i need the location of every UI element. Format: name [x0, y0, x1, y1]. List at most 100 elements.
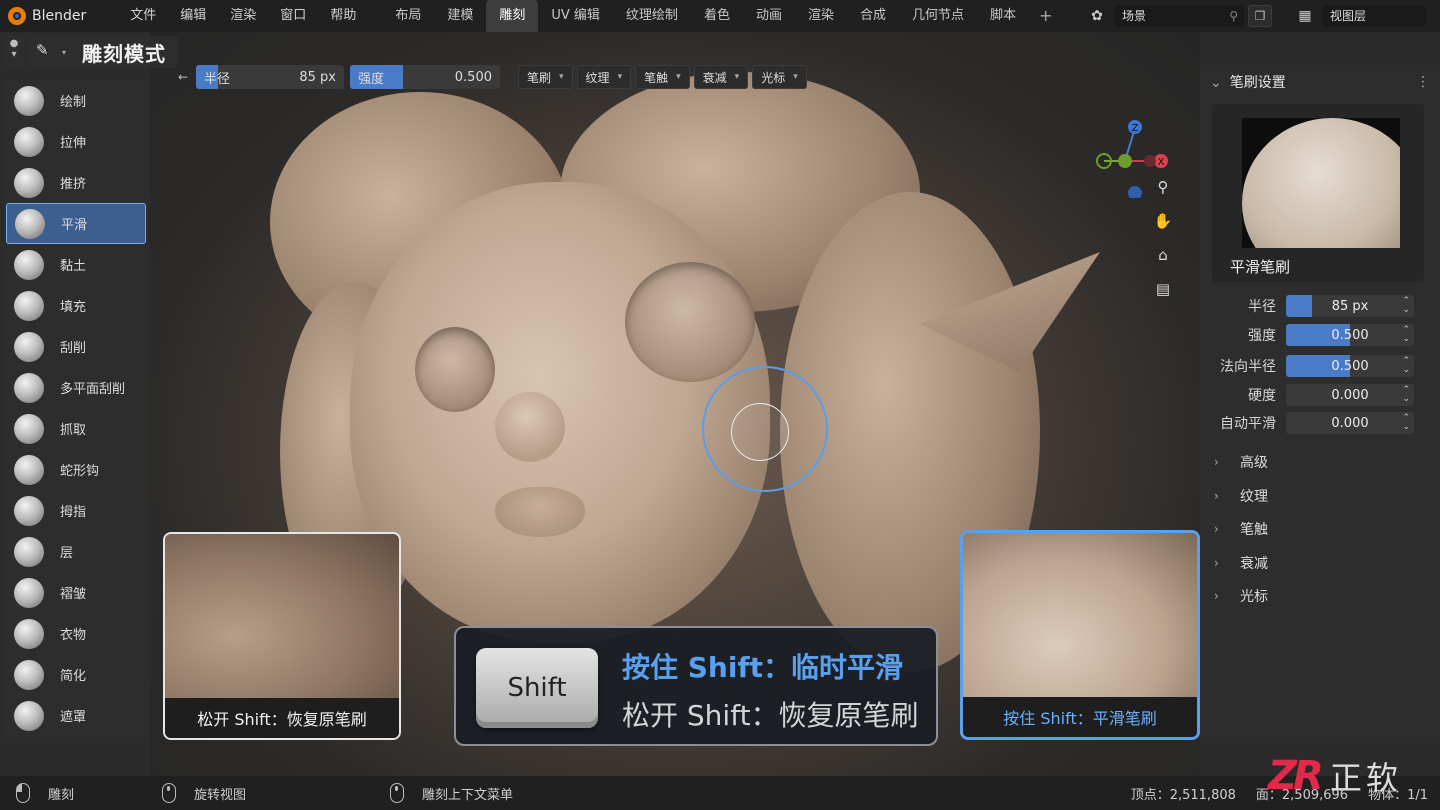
tab-texture-paint[interactable]: 纹理绘制 [613, 0, 691, 32]
menu-render[interactable]: 渲染 [218, 0, 268, 32]
inset-after: 按住 Shift：平滑笔刷 [960, 530, 1200, 740]
crease-brush-icon [14, 577, 44, 608]
tool-label: 衣物 [60, 628, 87, 643]
tool-cloth[interactable]: 衣物 [4, 613, 148, 654]
tool-draw[interactable]: 绘制 [4, 80, 148, 121]
texture-dropdown[interactable]: 纹理 ▾ [576, 65, 632, 89]
brush-settings-panel: ⌄ 笔刷设置 ⋮ 平滑笔刷 半径 85 px ⌃ ⌄ 强度 0.500 ⌃ ⌄ 法向半径 … [1200, 66, 1440, 738]
strength-field[interactable]: 0.500 ⌃ ⌄ [1286, 324, 1414, 346]
tool-thumb[interactable]: 拇指 [4, 490, 148, 531]
perspective-toggle-icon[interactable]: ▤ [1150, 276, 1176, 302]
falloff-dropdown[interactable]: 衰减 ▾ [693, 65, 749, 89]
app-name: Blender [32, 8, 87, 24]
spinner-icon[interactable]: ⌃ ⌄ [1402, 357, 1410, 375]
tool-simplify[interactable]: 简化 [4, 654, 148, 695]
multiplane-scrape-brush-icon [14, 372, 44, 403]
tab-layout[interactable]: 布局 [382, 0, 434, 32]
tab-rendering[interactable]: 渲染 [795, 0, 847, 32]
section-cursor[interactable]: › 光标 [1214, 584, 1268, 608]
view-layer-icon[interactable]: ▦ [1294, 5, 1316, 27]
menu-edit[interactable]: 编辑 [168, 0, 218, 32]
radius-label: 半径 [204, 71, 231, 87]
section-advanced[interactable]: › 高级 [1214, 450, 1268, 474]
tab-geometry-nodes[interactable]: 几何节点 [899, 0, 977, 32]
tool-label: 简化 [60, 669, 87, 684]
brush-dropdown[interactable]: 笔刷 ▾ [518, 65, 573, 89]
tool-grab[interactable]: 抓取 [4, 408, 148, 449]
zoom-icon[interactable]: ⚲ [1150, 174, 1176, 200]
tool-mask[interactable]: 遮罩 [4, 695, 148, 736]
section-texture[interactable]: › 纹理 [1214, 484, 1268, 508]
tool-snake-hook[interactable]: 蛇形钩 [4, 449, 148, 490]
chevron-down-icon: ⌄ [1210, 75, 1222, 91]
spinner-icon[interactable]: ⌃ ⌄ [1402, 297, 1410, 315]
tool-label: 黏土 [60, 259, 87, 274]
add-workspace-button[interactable]: + [1029, 0, 1062, 32]
mouse-left-icon [16, 783, 30, 803]
brush-name: 平滑笔刷 [1230, 258, 1291, 276]
camera-view-icon[interactable]: ⌂ [1150, 242, 1176, 268]
cursor-dropdown[interactable]: 光标 ▾ [752, 65, 807, 89]
tool-smooth[interactable]: 平滑 [6, 203, 146, 244]
tool-label: 刮削 [60, 341, 87, 356]
hardness-field[interactable]: 0.000 ⌃ ⌄ [1286, 384, 1414, 406]
radius-slider[interactable]: 半径 85 px [196, 65, 344, 89]
stat-verts: 顶点：2,511,808 [1130, 787, 1236, 803]
spinner-icon[interactable]: ⌃ ⌄ [1402, 414, 1410, 432]
menu-help[interactable]: 帮助 [318, 0, 368, 32]
status-right-click: 雕刻上下文菜单 [390, 783, 513, 803]
spinner-icon[interactable]: ⌃ ⌄ [1402, 386, 1410, 404]
tool-multiplane-scrape[interactable]: 多平面刮削 [4, 367, 148, 408]
pin-icon[interactable]: ⚲ [1229, 5, 1244, 27]
shift-tip-line1: 按住 Shift：临时平滑 [622, 651, 904, 684]
brush-cursor-inner [731, 403, 789, 461]
normal-radius-field[interactable]: 0.500 ⌃ ⌄ [1286, 355, 1414, 377]
chevron-right-icon: › [1214, 589, 1219, 603]
panel-header[interactable]: ⌄ 笔刷设置 ⋮ [1200, 66, 1440, 98]
copy-scene-icon[interactable]: ❐ [1248, 5, 1272, 27]
section-stroke[interactable]: › 笔触 [1214, 517, 1268, 541]
spinner-icon[interactable]: ⌃ ⌄ [1402, 326, 1410, 344]
arrow-left-icon[interactable]: ← [178, 70, 196, 84]
chevron-down-icon: ▾ [559, 72, 564, 82]
mode-selector[interactable]: ✎ ▾ 雕刻模式 [28, 36, 179, 68]
brush-preview[interactable]: 平滑笔刷 [1212, 104, 1424, 282]
field-value: 0.000 [1331, 415, 1369, 431]
prop-hardness: 硬度 0.000 ⌃ ⌄ [1200, 383, 1440, 407]
tool-push[interactable]: 推挤 [4, 162, 148, 203]
tab-compositing[interactable]: 合成 [847, 0, 899, 32]
auto-smooth-field[interactable]: 0.000 ⌃ ⌄ [1286, 412, 1414, 434]
tool-layer[interactable]: 层 [4, 531, 148, 572]
tool-crease[interactable]: 褶皱 [4, 572, 148, 613]
shift-keycap: Shift [476, 648, 598, 728]
tab-scripting[interactable]: 脚本 [977, 0, 1029, 32]
editor-type-icon[interactable]: ● ▾ [4, 35, 24, 69]
radius-field[interactable]: 85 px ⌃ ⌄ [1286, 295, 1414, 317]
scene-icon[interactable]: ✿ [1086, 5, 1108, 27]
app-logo[interactable]: Blender [0, 0, 96, 32]
prop-label: 强度 [1248, 328, 1276, 344]
tab-modeling[interactable]: 建模 [434, 0, 486, 32]
section-falloff[interactable]: › 衰减 [1214, 551, 1268, 575]
strength-label: 强度 [358, 71, 385, 87]
tab-uv-editing[interactable]: UV 编辑 [538, 0, 613, 32]
field-value: 85 px [1331, 298, 1369, 314]
tab-sculpting[interactable]: 雕刻 [486, 0, 539, 32]
tool-clay[interactable]: 黏土 [4, 244, 148, 285]
tool-draw-sharp[interactable]: 拉伸 [4, 121, 148, 162]
stroke-dropdown[interactable]: 笔触 ▾ [635, 65, 690, 89]
chevron-right-icon: › [1214, 556, 1219, 570]
menu-file[interactable]: 文件 [118, 0, 168, 32]
strength-slider[interactable]: 强度 0.500 [350, 65, 500, 89]
sculpt-brush-icon: ✎ [36, 41, 49, 59]
tab-animation[interactable]: 动画 [743, 0, 795, 32]
panel-menu-icon[interactable]: ⋮ [1416, 74, 1430, 90]
tab-shading[interactable]: 着色 [691, 0, 743, 32]
tool-scrape[interactable]: 刮削 [4, 326, 148, 367]
menu-window[interactable]: 窗口 [268, 0, 318, 32]
scene-field[interactable]: 场景 ⚲ [1114, 5, 1244, 27]
tool-fill[interactable]: 填充 [4, 285, 148, 326]
pan-hand-icon[interactable]: ✋ [1150, 208, 1176, 234]
view-layer-field[interactable]: 视图层 [1322, 5, 1426, 27]
watermark: ZR 正软 [1268, 748, 1438, 804]
